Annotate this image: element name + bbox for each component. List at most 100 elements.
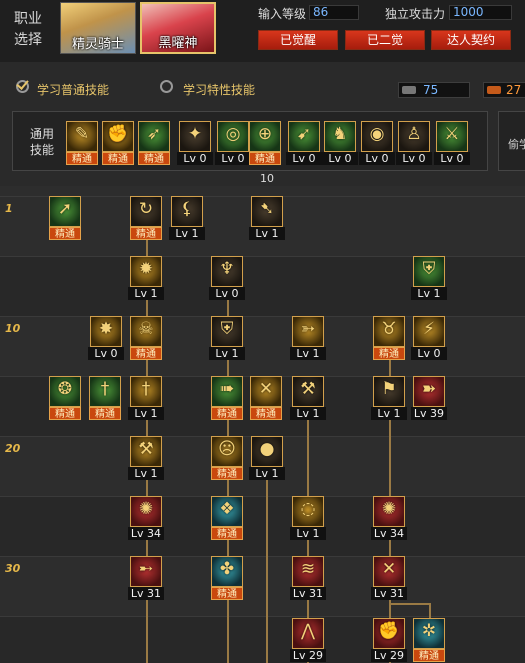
- tree-skill[interactable]: ✕ Lv 31: [371, 556, 407, 600]
- tree-skill[interactable]: ♆ Lv 0: [209, 256, 245, 300]
- kick-icon: ➹: [288, 121, 320, 152]
- tree-skill[interactable]: ✹ Lv 1: [128, 256, 164, 300]
- awakened-button[interactable]: 已觉醒: [258, 30, 338, 50]
- tree-skill[interactable]: ✕ 精通: [250, 376, 282, 420]
- tree-skill[interactable]: ✲ 精通: [413, 618, 445, 662]
- kick-icon-glyph: ➹: [296, 124, 312, 144]
- common-skill[interactable]: ◉ Lv 0: [359, 121, 395, 165]
- tree-skill[interactable]: ❂ 精通: [49, 376, 81, 420]
- tree-skill[interactable]: ✊ Lv 29: [371, 618, 407, 662]
- teeth-icon-glyph: ❖: [219, 499, 235, 519]
- common-skill[interactable]: ✎ 精通: [66, 121, 98, 165]
- tree-skill[interactable]: ➸ Lv 31: [128, 556, 164, 600]
- mastered-badge: 精通: [138, 152, 170, 165]
- tree-skill[interactable]: ➷ Lv 1: [249, 196, 285, 240]
- tree-skill[interactable]: ➚ 精通: [49, 196, 81, 240]
- common-skill[interactable]: ♙ Lv 0: [396, 121, 432, 165]
- figure-icon: ♞: [324, 121, 356, 152]
- tree-row: [0, 556, 525, 616]
- tree-skill[interactable]: ● Lv 1: [249, 436, 285, 480]
- tree-skill[interactable]: ✺ Lv 34: [371, 496, 407, 540]
- skill-level: Lv 1: [290, 407, 326, 420]
- tree-skill[interactable]: ➳ Lv 1: [290, 316, 326, 360]
- common-skill[interactable]: ➹ Lv 0: [286, 121, 322, 165]
- common-skill[interactable]: ⚔ Lv 0: [434, 121, 470, 165]
- tree-skill[interactable]: ⛨ Lv 1: [411, 256, 447, 300]
- slash-icon: ⚡: [413, 316, 445, 347]
- tree-skill[interactable]: ☹ 精通: [211, 436, 243, 480]
- blade-icon: ⚔: [436, 121, 468, 152]
- tree-row: [0, 496, 525, 556]
- mastered-badge: 精通: [130, 227, 162, 240]
- mastered-badge: 精通: [89, 407, 121, 420]
- common-skill-counter: 10: [260, 172, 274, 185]
- flame-icon: ✺: [130, 496, 162, 527]
- common-skill[interactable]: ✦ Lv 0: [177, 121, 213, 165]
- tree-skill[interactable]: ✺ Lv 34: [128, 496, 164, 540]
- mastered-badge: 精通: [413, 649, 445, 662]
- level-input[interactable]: 86: [309, 5, 359, 20]
- tree-skill[interactable]: ➽ Lv 39: [411, 376, 447, 420]
- common-skill[interactable]: ➶ 精通: [138, 121, 170, 165]
- tree-skill[interactable]: ➠ 精通: [211, 376, 243, 420]
- job-card-elf-knight[interactable]: 精灵骑士: [60, 2, 136, 54]
- fist-icon: ✊: [102, 121, 134, 152]
- job-name-obsidian-god: 黑曜神: [158, 36, 198, 51]
- tree-skill[interactable]: ⚒ Lv 1: [290, 376, 326, 420]
- ring-icon: ◌: [292, 496, 324, 527]
- tree-skill[interactable]: † Lv 1: [128, 376, 164, 420]
- tree-skill[interactable]: ⚑ Lv 1: [371, 376, 407, 420]
- tree-skill[interactable]: ✸ Lv 0: [88, 316, 124, 360]
- tree-skill[interactable]: ☠ 精通: [130, 316, 162, 360]
- job-card-obsidian-god[interactable]: 黑曜神: [140, 2, 216, 54]
- trait-skill-tab[interactable]: 学习特性技能: [183, 81, 255, 98]
- tree-skill[interactable]: ⚸ Lv 1: [169, 196, 205, 240]
- attack-input[interactable]: 1000: [449, 5, 512, 20]
- burst-icon-glyph: ✸: [98, 319, 114, 339]
- tree-skill[interactable]: ⚒ Lv 1: [128, 436, 164, 480]
- common-skill[interactable]: ♞ Lv 0: [322, 121, 358, 165]
- tree-skill[interactable]: ⋀ Lv 29: [290, 618, 326, 662]
- skill-level: Lv 0: [215, 152, 251, 165]
- cross-icon-glyph: ✕: [258, 379, 274, 399]
- normal-skill-tab[interactable]: 学习普通技能: [37, 81, 109, 98]
- skill-level: Lv 1: [128, 407, 164, 420]
- flame-icon: ✺: [373, 496, 405, 527]
- common-skill[interactable]: ◎ Lv 0: [215, 121, 251, 165]
- axe-icon-glyph: ⚒: [138, 439, 154, 459]
- dash-icon: ➠: [211, 376, 243, 407]
- tree-skill[interactable]: ◌ Lv 1: [290, 496, 326, 540]
- trait-skill-radio[interactable]: [160, 80, 173, 93]
- run-icon-glyph: ➶: [146, 124, 162, 144]
- sp-value: 75: [423, 83, 439, 97]
- orb-icon-glyph: ✤: [219, 559, 235, 579]
- master-contract-button[interactable]: 达人契约: [431, 30, 511, 50]
- mastered-badge: 精通: [49, 407, 81, 420]
- tree-skill[interactable]: ↻ 精通: [130, 196, 162, 240]
- bomb-icon-glyph: ●: [259, 439, 275, 459]
- tp-icon: [487, 86, 501, 94]
- rune-icon-glyph: ❂: [57, 379, 73, 399]
- axe-icon: ⚒: [130, 436, 162, 467]
- hammer-icon: ⚑: [373, 376, 405, 407]
- tree-skill[interactable]: ⛨ Lv 1: [209, 316, 245, 360]
- tree-skill[interactable]: ⚡ Lv 0: [411, 316, 447, 360]
- common-skill[interactable]: ⊕ 精通: [249, 121, 281, 165]
- skull-icon-glyph: ☠: [138, 319, 154, 339]
- blade-icon-glyph: ⚔: [444, 124, 460, 144]
- eye-icon-glyph: ◉: [369, 124, 385, 144]
- normal-skill-radio[interactable]: [16, 80, 29, 93]
- tree-skill[interactable]: ✤ 精通: [211, 556, 243, 600]
- skill-level: Lv 0: [177, 152, 213, 165]
- tree-skill[interactable]: ♉ 精通: [373, 316, 405, 360]
- claw-icon: ⚸: [171, 196, 203, 227]
- second-awakened-button[interactable]: 已二觉: [345, 30, 425, 50]
- whirl-icon: ↻: [130, 196, 162, 227]
- tree-skill[interactable]: ❖ 精通: [211, 496, 243, 540]
- tree-skill[interactable]: † 精通: [89, 376, 121, 420]
- skill-level: Lv 0: [434, 152, 470, 165]
- target-icon: ◎: [217, 121, 249, 152]
- figure-icon-glyph: ♞: [332, 124, 348, 144]
- common-skill[interactable]: ✊ 精通: [102, 121, 134, 165]
- tree-skill[interactable]: ≋ Lv 31: [290, 556, 326, 600]
